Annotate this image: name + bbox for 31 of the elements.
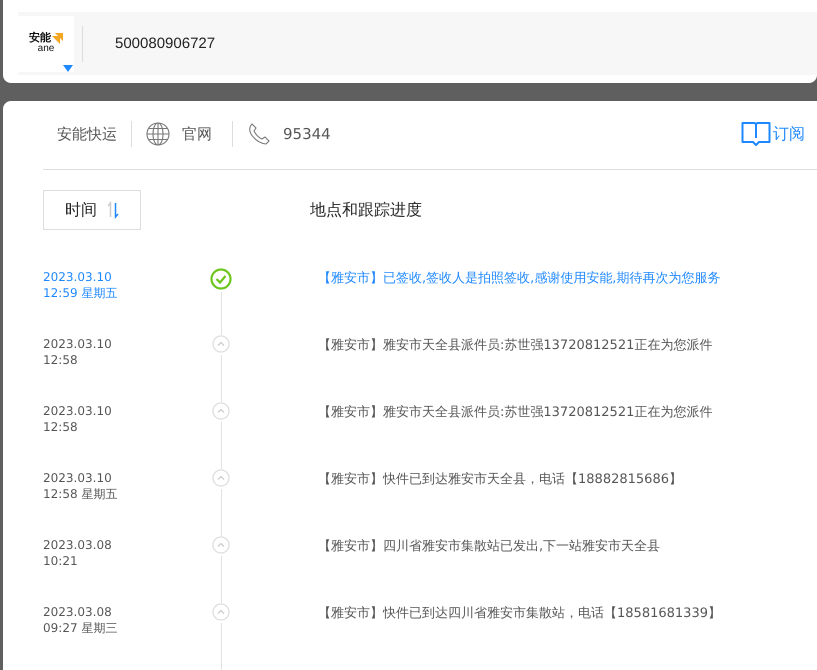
event-time: 09:27 星期三	[43, 620, 118, 636]
website-link[interactable]: 官网	[182, 124, 212, 144]
event-time: 10:21	[43, 553, 79, 569]
phone-icon	[247, 122, 271, 146]
caret-icon	[63, 64, 73, 72]
event-date: 2023.03.10	[43, 470, 113, 486]
event-description: 【雅安市】四川省雅安市集散站已发出,下一站雅安市天全县	[318, 538, 660, 556]
event-date: 2023.03.10	[43, 403, 113, 419]
event-time: 12:58	[43, 352, 79, 368]
event-date: 2023.03.10	[43, 336, 113, 352]
sort-icon	[107, 201, 119, 219]
column-header: 地点和跟踪进度	[310, 200, 422, 220]
book-icon	[741, 121, 771, 147]
tracking-number-field[interactable]: 500080906727	[115, 35, 415, 52]
globe-icon	[146, 122, 170, 146]
event-time: 12:59 星期五	[43, 285, 118, 301]
event-description: 【雅安市】快件已到达雅安市天全县，电话【18882815686】	[318, 471, 682, 489]
phone-number: 95344	[283, 125, 331, 143]
arrow-icon	[52, 33, 63, 44]
event-description: 【雅安市】雅安市天全县派件员:苏世强13720812521正在为您派件	[318, 337, 712, 355]
carrier-selector[interactable]: 安能 ane	[18, 16, 74, 72]
event-time: 12:58	[43, 419, 79, 435]
carrier-name: 安能快运	[57, 124, 117, 144]
event-time: 12:58 星期五	[43, 486, 118, 502]
event-description: 【雅安市】雅安市天全县派件员:苏世强13720812521正在为您派件	[318, 404, 712, 422]
event-description: 【雅安市】快件已到达四川省雅安市集散站，电话【18581681339】	[318, 605, 721, 623]
event-date: 2023.03.10	[43, 269, 113, 285]
event-date: 2023.03.08	[43, 537, 113, 553]
event-description: 【雅安市】已签收,签收人是拍照签收,感谢使用安能,期待再次为您服务	[318, 270, 720, 288]
event-date: 2023.03.08	[43, 604, 113, 620]
sort-button[interactable]: 时间	[43, 190, 141, 230]
